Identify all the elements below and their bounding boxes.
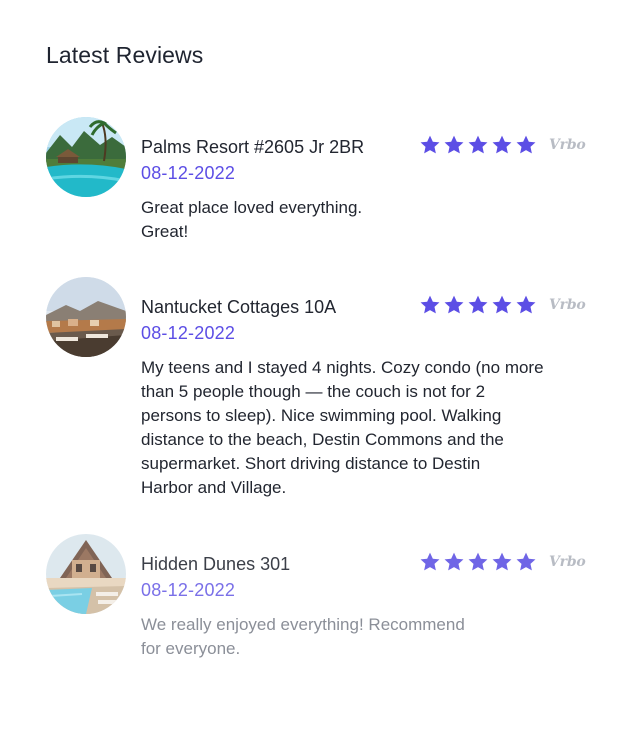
review-text-line: Great! bbox=[141, 222, 189, 241]
review-text: Great place loved everything. Great! bbox=[141, 196, 362, 244]
review-date: 08-12-2022 bbox=[141, 163, 236, 183]
star-rating bbox=[419, 134, 537, 156]
star-icon bbox=[468, 295, 488, 314]
review-text: We really enjoyed everything! Recommend … bbox=[141, 613, 465, 661]
vrbo-logo: Vrbo bbox=[549, 297, 586, 313]
review-text-line: Harbor and Village. bbox=[141, 478, 287, 497]
star-icon bbox=[444, 295, 464, 314]
review-text-line: We really enjoyed everything! Recommend bbox=[141, 615, 465, 634]
review-text-line: for everyone. bbox=[141, 639, 241, 658]
resort-pool-photo bbox=[46, 117, 126, 197]
star-rating bbox=[419, 551, 537, 573]
star-icon bbox=[468, 552, 488, 571]
star-icon bbox=[444, 135, 464, 154]
star-rating bbox=[419, 294, 537, 316]
property-name[interactable]: Palms Resort #2605 Jr 2BR bbox=[141, 137, 364, 158]
star-icon bbox=[420, 295, 440, 314]
review-text-line: distance to the beach, Destin Commons an… bbox=[141, 430, 504, 449]
review-date: 08-12-2022 bbox=[141, 323, 236, 343]
star-icon bbox=[516, 135, 536, 154]
star-icon bbox=[516, 295, 536, 314]
review-text-line: than 5 people though — the couch is not … bbox=[141, 382, 486, 401]
property-avatar[interactable] bbox=[46, 534, 126, 614]
star-icon bbox=[420, 552, 440, 571]
review-item[interactable]: Palms Resort #2605 Jr 2BR 08-12-2022 Gre… bbox=[46, 117, 591, 247]
vrbo-logo: Vrbo bbox=[549, 137, 586, 153]
review-item[interactable]: Nantucket Cottages 10A 08-12-2022 My tee… bbox=[46, 277, 591, 507]
review-text-line: persons to sleep). Nice swimming pool. W… bbox=[141, 406, 502, 425]
star-icon bbox=[444, 552, 464, 571]
star-icon bbox=[516, 552, 536, 571]
review-text-line: Great place loved everything. bbox=[141, 198, 363, 217]
property-name[interactable]: Hidden Dunes 301 bbox=[141, 554, 290, 575]
vrbo-logo: Vrbo bbox=[549, 554, 586, 570]
property-avatar[interactable] bbox=[46, 117, 126, 197]
review-item[interactable]: Hidden Dunes 301 08-12-2022 We really en… bbox=[46, 534, 591, 664]
reviews-panel: Latest Reviews Palms Resort #2605 Jr 2BR… bbox=[0, 0, 636, 738]
review-text-line: supermarket. Short driving distance to D… bbox=[141, 454, 481, 473]
star-icon bbox=[468, 135, 488, 154]
page-title: Latest Reviews bbox=[46, 42, 204, 68]
house-pool-photo bbox=[46, 534, 126, 614]
review-text: My teens and I stayed 4 nights. Cozy con… bbox=[141, 356, 544, 500]
review-text-line: My teens and I stayed 4 nights. Cozy con… bbox=[141, 358, 544, 377]
property-avatar[interactable] bbox=[46, 277, 126, 357]
star-icon bbox=[492, 295, 512, 314]
star-icon bbox=[492, 135, 512, 154]
star-icon bbox=[420, 135, 440, 154]
review-date: 08-12-2022 bbox=[141, 580, 236, 600]
rooftop-terrace-photo bbox=[46, 277, 126, 357]
property-name[interactable]: Nantucket Cottages 10A bbox=[141, 297, 336, 318]
star-icon bbox=[492, 552, 512, 571]
